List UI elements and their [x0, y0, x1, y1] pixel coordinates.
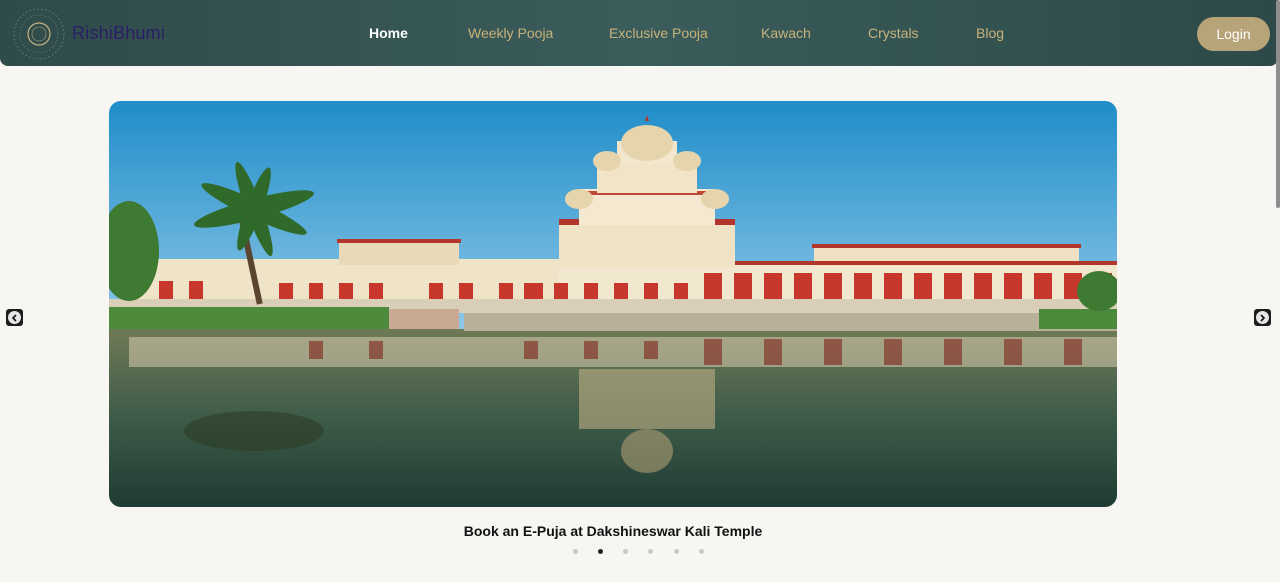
page-scrollbar[interactable]	[1276, 0, 1280, 208]
nav-home[interactable]: Home	[369, 25, 408, 41]
carousel-dot-4[interactable]	[648, 549, 653, 554]
nav-exclusive-pooja[interactable]: Exclusive Pooja	[609, 25, 708, 41]
top-navbar: RishiBhumi Home Weekly Pooja Exclusive P…	[0, 0, 1278, 66]
carousel-next-button[interactable]	[1254, 309, 1271, 326]
carousel-dot-1[interactable]	[573, 549, 578, 554]
carousel-pagination	[0, 549, 1280, 555]
logo-icon[interactable]	[12, 7, 66, 61]
nav-weekly-pooja[interactable]: Weekly Pooja	[468, 25, 553, 41]
nav-blog[interactable]: Blog	[976, 25, 1004, 41]
nav-kawach[interactable]: Kawach	[761, 25, 811, 41]
carousel-slide-image[interactable]	[109, 101, 1117, 507]
carousel-dot-5[interactable]	[674, 549, 679, 554]
nav-crystals[interactable]: Crystals	[868, 25, 919, 41]
carousel-prev-button[interactable]	[6, 309, 23, 326]
carousel-caption: Book an E-Puja at Dakshineswar Kali Temp…	[463, 523, 763, 539]
chevron-right-icon	[1256, 311, 1269, 324]
login-button[interactable]: Login	[1197, 17, 1270, 51]
carousel-dot-2[interactable]	[598, 549, 603, 554]
brand-name[interactable]: RishiBhumi	[72, 23, 165, 44]
chevron-left-icon	[8, 311, 21, 324]
carousel-dot-6[interactable]	[699, 549, 704, 554]
carousel-dot-3[interactable]	[623, 549, 628, 554]
